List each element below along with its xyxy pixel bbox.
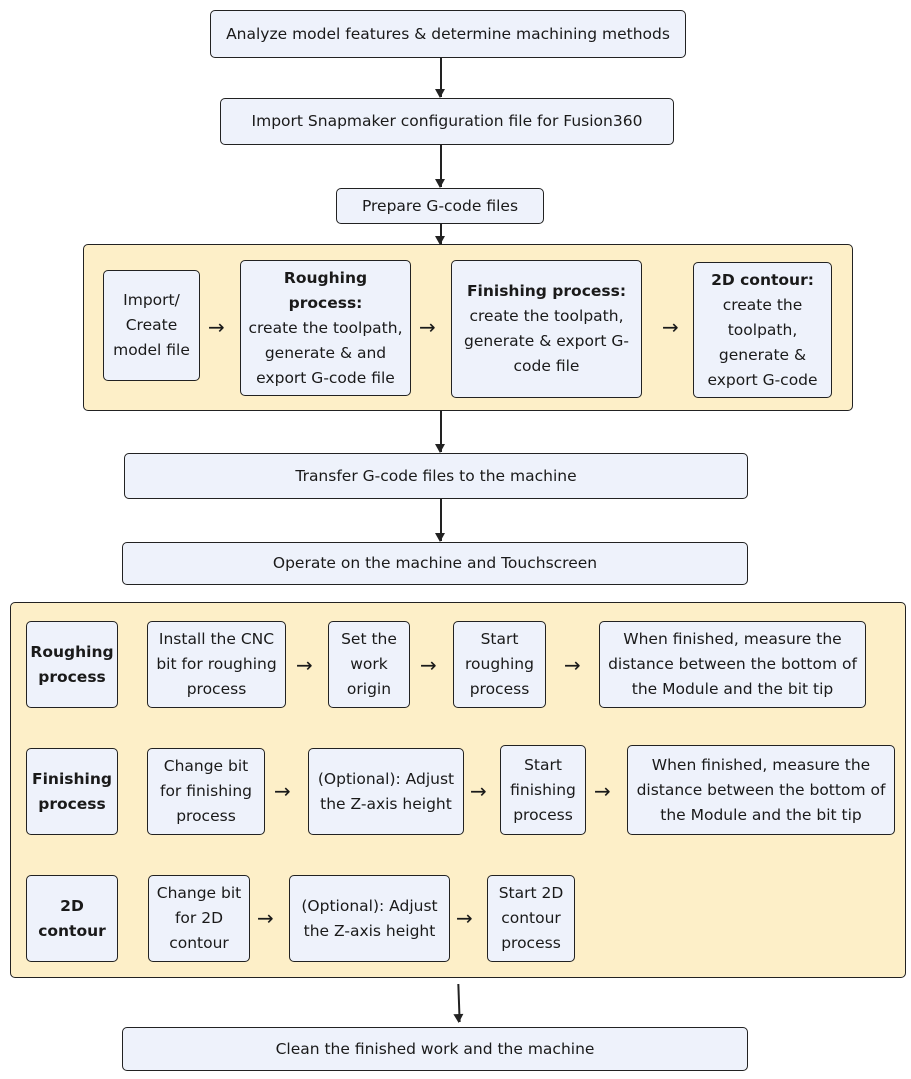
box-title: Roughing process: [283, 268, 368, 312]
contour-row-label: 2D contour [26, 875, 118, 962]
box-title: Finishing process: [466, 282, 627, 300]
step-label: (Optional): Adjust the Z-axis height [301, 896, 438, 940]
roughing-step: When finished, measure the distance betw… [599, 621, 866, 708]
step-operate: Operate on the machine and Touchscreen [122, 542, 748, 585]
step-label: Change bit for 2D contour [156, 884, 242, 952]
import-model-box: Import/ Create model file [103, 270, 200, 381]
step-label: When finished, measure the distance betw… [608, 630, 857, 698]
arrow-down-icon [436, 145, 444, 188]
arrow-down-icon [436, 499, 444, 542]
contour-step: (Optional): Adjust the Z-axis height [289, 875, 450, 962]
arrow-right-icon: → [456, 906, 473, 930]
row-label: Finishing process [32, 769, 112, 813]
step-label: Change bit for finishing process [159, 757, 252, 825]
step-label: Start 2D contour process [498, 884, 564, 952]
roughing-step: Set the work origin [328, 621, 410, 708]
box-text: create the toolpath, generate & and expo… [248, 318, 403, 387]
box-title: 2D contour: [711, 270, 814, 289]
finishing-step: Start finishing process [500, 745, 586, 835]
step-analyze: Analyze model features & determine machi… [210, 10, 686, 58]
step-transfer: Transfer G-code files to the machine [124, 453, 748, 499]
roughing-step: Start roughing process [453, 621, 546, 708]
arrow-right-icon: → [594, 779, 611, 803]
row-label: 2D contour [38, 896, 106, 940]
step-label: Start finishing process [510, 755, 576, 824]
contour-step: Start 2D contour process [487, 875, 575, 962]
finishing-step: (Optional): Adjust the Z-axis height [308, 748, 464, 835]
arrow-right-icon: → [420, 653, 437, 677]
arrow-right-icon: → [662, 315, 679, 339]
arrow-down-icon [436, 58, 444, 98]
contour-step: Change bit for 2D contour [148, 875, 250, 962]
step-label: Start roughing process [465, 630, 534, 698]
roughing-row-label: Roughing process [26, 621, 118, 708]
step-label: (Optional): Adjust the Z-axis height [317, 769, 455, 813]
finishing-prepare-box: Finishing process: create the toolpath, g… [451, 260, 642, 398]
arrow-down-icon [436, 411, 444, 453]
box-text: create the toolpath, generate & export G… [707, 295, 818, 389]
step-label: Install the CNC bit for roughing process [156, 630, 277, 698]
finishing-row-label: Finishing process [26, 748, 118, 835]
arrow-right-icon: → [470, 779, 487, 803]
arrow-right-icon: → [564, 653, 581, 677]
arrow-down-icon [436, 224, 444, 245]
step-label: Operate on the machine and Touchscreen [272, 554, 598, 572]
step-label: When finished, measure the distance betw… [636, 755, 886, 824]
row-label: Roughing process [30, 642, 114, 686]
step-label: Prepare G-code files [361, 196, 519, 215]
arrow-right-icon: → [296, 653, 313, 677]
arrow-right-icon: → [208, 315, 225, 339]
step-import-config: Import Snapmaker configuration file for … [220, 98, 674, 145]
step-label: Transfer G-code files to the machine [295, 466, 577, 485]
step-clean: Clean the finished work and the machine [122, 1027, 748, 1071]
roughing-prepare-box: Roughing process: create the toolpath, ge… [240, 260, 411, 396]
finishing-step: When finished, measure the distance betw… [627, 745, 895, 835]
step-prepare: Prepare G-code files [336, 188, 544, 224]
arrow-right-icon: → [274, 779, 291, 803]
arrow-right-icon: → [257, 906, 274, 930]
step-label: Set the work origin [341, 630, 397, 698]
arrow-right-icon: → [419, 315, 436, 339]
finishing-step: Change bit for finishing process [147, 748, 265, 835]
step-label: Import Snapmaker configuration file for … [251, 112, 643, 130]
roughing-step: Install the CNC bit for roughing process [147, 621, 286, 708]
step-label: Import/ Create model file [113, 291, 190, 359]
arrow-down-icon [457, 983, 461, 1023]
contour-prepare-box: 2D contour: create the toolpath, generate… [693, 262, 832, 398]
step-label: Clean the finished work and the machine [275, 1039, 595, 1058]
step-label: Analyze model features & determine machi… [226, 24, 670, 43]
box-text: create the toolpath, generate & export G… [464, 307, 629, 375]
